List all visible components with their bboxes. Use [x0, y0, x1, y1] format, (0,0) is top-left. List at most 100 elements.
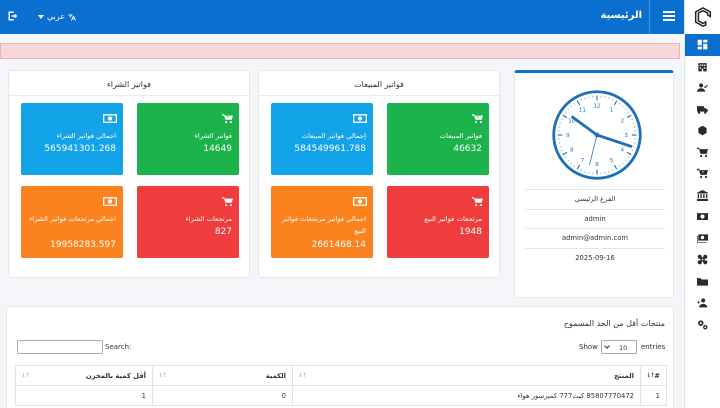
- tile-value: 827: [214, 227, 232, 237]
- low-stock-table: # ↑↓ المنتج ↑↓ الكمية ↑↓ أقل كمية بالمخزن ↑↓…: [15, 365, 667, 406]
- chevron-down-icon: [604, 343, 610, 349]
- logo-icon: [694, 6, 711, 27]
- purchase-invoices-card: فواتير الشراء فواتير الشراء 14649 اجمالي…: [8, 70, 250, 278]
- tile-sales-total[interactable]: إجمالي فواتير المبيعات 584549961.788: [271, 103, 373, 175]
- user-plus-icon: [697, 298, 708, 308]
- clock-numeral: 4: [620, 147, 624, 153]
- cell-min-quantity: 1: [15, 385, 153, 406]
- sidebar-item-commands[interactable]: [685, 249, 720, 271]
- search-input[interactable]: [17, 340, 103, 354]
- top-navbar: الرئيسية عربي: [0, 0, 684, 34]
- tile-sales-returns[interactable]: مرتجعات فواتير البيع 1948: [387, 186, 489, 258]
- sort-icon: ↑↓: [646, 372, 655, 379]
- gears-icon: [698, 320, 708, 330]
- folders-icon: [697, 277, 708, 286]
- sidebar-item-users[interactable]: [685, 77, 720, 99]
- tile-value: 584549961.788: [294, 144, 366, 154]
- entries-select[interactable]: 10: [601, 340, 637, 354]
- tile-label: مرتجعات الشراء: [185, 215, 232, 223]
- sidebar-item-branches[interactable]: [685, 56, 720, 78]
- tile-label: مرتجعات فواتير البيع: [424, 215, 482, 223]
- language-label: عربي: [47, 12, 66, 21]
- sidebar-item-finance[interactable]: [685, 228, 720, 250]
- divider: [259, 95, 499, 96]
- column-header-min-quantity[interactable]: أقل كمية بالمخزن ↑↓: [15, 365, 153, 386]
- column-header-quantity[interactable]: الكمية ↑↓: [152, 365, 293, 386]
- sidebar-item-delivery[interactable]: [685, 99, 720, 121]
- clock-numeral: 2: [620, 118, 624, 124]
- divider: [9, 95, 249, 96]
- current-date: 2025-09-16: [525, 247, 665, 268]
- clock-numeral: 12: [593, 104, 601, 110]
- money-icon: [353, 197, 367, 206]
- sidebar-item-bank[interactable]: [685, 185, 720, 207]
- entries-label: entries: [641, 343, 666, 351]
- sidebar-item-dashboard[interactable]: [685, 34, 720, 56]
- sales-invoices-card: فواتير المبيعات فواتير المبيعات 46632 إج…: [258, 70, 500, 278]
- username: admin: [525, 208, 665, 229]
- tile-value: 46632: [453, 144, 482, 154]
- sidebar-item-settings[interactable]: [685, 314, 720, 336]
- language-dropdown[interactable]: عربي: [38, 12, 77, 21]
- alert-bar: [0, 43, 680, 59]
- cart-icon: [472, 197, 483, 207]
- cart-icon: [222, 197, 233, 207]
- sidebar-item-folders[interactable]: [685, 271, 720, 293]
- sidebar-item-money[interactable]: [685, 206, 720, 228]
- sort-icon: ↑↓: [298, 372, 307, 379]
- tile-value: 1948: [459, 227, 482, 237]
- tile-value: 2661468.14: [311, 240, 366, 250]
- truck-icon: [697, 105, 708, 114]
- sidebar-item-clients[interactable]: [685, 292, 720, 314]
- sort-icon: ↑↓: [158, 372, 167, 379]
- clock-numeral: 3: [624, 133, 628, 139]
- tile-sales-returns-total[interactable]: اجمالي فواتير مرتجعات فواتير البيع 26614…: [271, 186, 373, 258]
- box-icon: [698, 125, 707, 136]
- tile-label: اجمالي مرتجعات فواتير الشراء: [29, 215, 116, 223]
- sidebar-item-purchases[interactable]: [685, 163, 720, 185]
- tile-label: فواتير الشراء: [194, 132, 232, 140]
- dashboard-icon: [697, 39, 708, 50]
- clock-numeral: 1: [610, 108, 614, 114]
- cell-quantity: 0: [152, 385, 293, 406]
- search-label: Search:: [105, 343, 132, 351]
- sidebar-item-products[interactable]: [685, 120, 720, 142]
- clock-numeral: 7: [581, 158, 585, 164]
- cash-stack-icon: [697, 234, 708, 243]
- cart-arrow-icon: [472, 114, 483, 124]
- money-icon: [103, 114, 117, 123]
- tile-label: فواتير المبيعات: [439, 132, 482, 140]
- sidebar-item-sales[interactable]: [685, 142, 720, 164]
- tile-purchase-total[interactable]: اجمالي فواتير الشراء 565941301.268: [21, 103, 123, 175]
- app-logo[interactable]: [685, 0, 720, 34]
- low-stock-card: منتجات أقل من الحد المسموح Search: Show …: [6, 306, 674, 408]
- column-header-product[interactable]: المنتج ↑↓: [292, 365, 641, 386]
- menu-toggle-icon[interactable]: [662, 9, 676, 23]
- column-header-number[interactable]: # ↑↓: [640, 365, 667, 386]
- tile-purchase-returns[interactable]: مرتجعات الشراء 827: [137, 186, 239, 258]
- tile-label: إجمالي فواتير المبيعات: [301, 132, 366, 140]
- building-icon: [698, 62, 707, 72]
- cell-number: 1: [640, 385, 667, 406]
- logout-icon[interactable]: [7, 10, 19, 22]
- tile-value: 19958283.597: [50, 240, 116, 250]
- tile-label: اجمالي فواتير مرتجعات فواتير البيع: [281, 215, 366, 235]
- branch-name: الفرع الرئيسي: [525, 189, 665, 209]
- sidebar: [684, 0, 720, 408]
- tile-purchase-invoices[interactable]: فواتير الشراء 14649: [137, 103, 239, 175]
- user-email: admin@admin.com: [525, 228, 665, 248]
- table-header-row: # ↑↓ المنتج ↑↓ الكمية ↑↓ أقل كمية بالمخزن ↑↓: [15, 365, 667, 386]
- caret-down-icon: [38, 14, 44, 19]
- profile-card: 1 2 3 4 5 6 7 8 9 10 11 12 الفرع الرئيسي admin admi…: [514, 70, 674, 298]
- tile-label: اجمالي فواتير الشراء: [56, 132, 116, 140]
- card-title: فواتير الشراء: [107, 80, 151, 89]
- card-title: فواتير المبيعات: [354, 80, 404, 89]
- card-title: منتجات أقل من الحد المسموح: [563, 319, 665, 328]
- money-icon: [103, 197, 117, 206]
- clock-numeral: 5: [610, 158, 614, 164]
- tile-sales-invoices[interactable]: فواتير المبيعات 46632: [387, 103, 489, 175]
- sort-icon: ↑↓: [21, 372, 30, 379]
- tile-value: 14649: [203, 144, 232, 154]
- tile-purchase-returns-total[interactable]: اجمالي مرتجعات فواتير الشراء 19958283.59…: [21, 186, 123, 258]
- cart-icon: [697, 147, 708, 157]
